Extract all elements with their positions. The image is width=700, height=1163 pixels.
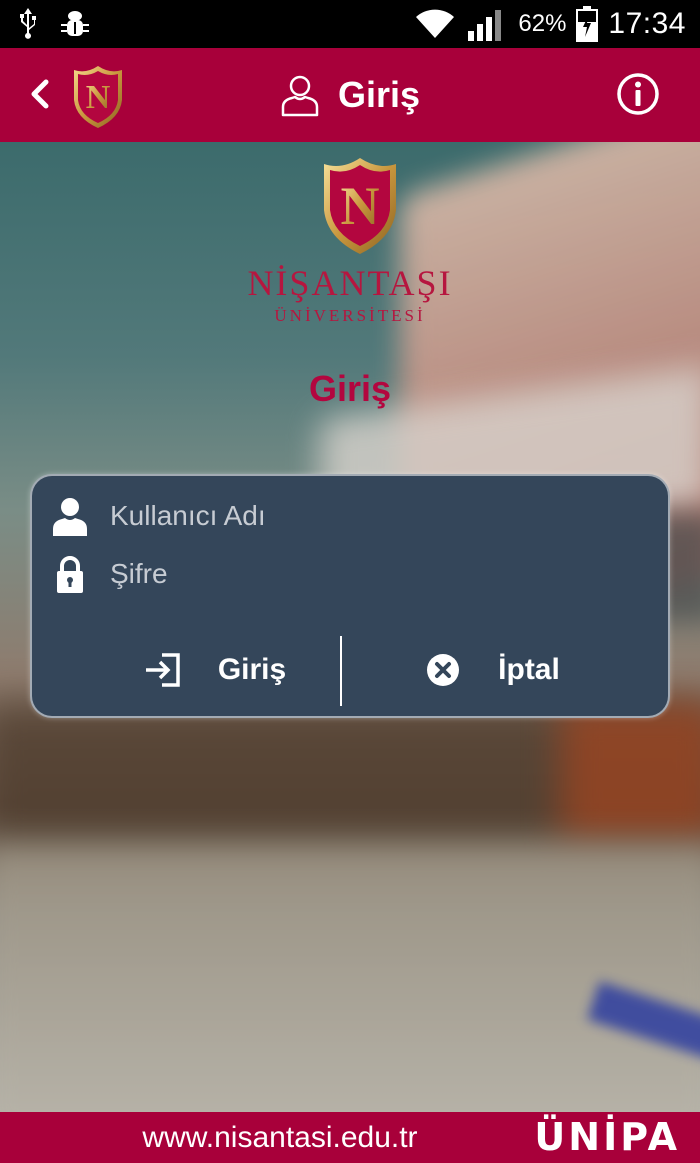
cancel-button-label: İptal: [498, 653, 560, 686]
university-crest-logo: N: [324, 158, 396, 254]
password-row: [52, 546, 648, 602]
app-bar: N Giriş: [0, 48, 700, 142]
app-bar-title-group: Giriş: [0, 48, 700, 142]
close-circle-icon: [427, 654, 460, 686]
footer-bar: www.nisantasi.edu.tr ÜNİPA: [0, 1112, 700, 1163]
app-bar-title: Giriş: [337, 74, 421, 115]
user-outline-icon: [281, 75, 319, 117]
sign-in-icon: [145, 653, 180, 687]
status-right: 62% 17:34: [414, 0, 686, 48]
lock-icon: [57, 556, 83, 593]
usb-icon: [20, 8, 36, 39]
login-button-label: Giriş: [217, 653, 287, 686]
university-subtitle: ÜNİVERSİTESİ: [274, 306, 426, 325]
status-bar: 62% 17:34: [0, 0, 700, 48]
bug-icon: [61, 11, 89, 36]
battery-percent: 62%: [518, 10, 567, 37]
password-input[interactable]: [110, 558, 648, 590]
status-left: [18, 8, 90, 40]
username-row: [52, 488, 648, 544]
info-icon[interactable]: [616, 72, 660, 116]
clock: 17:34: [608, 7, 686, 40]
username-input[interactable]: [110, 500, 648, 532]
battery-charging-icon: [576, 6, 599, 42]
button-divider: [340, 636, 342, 706]
page-title: Giriş: [308, 368, 392, 409]
website-link[interactable]: www.nisantasi.edu.tr: [0, 1112, 560, 1163]
crest-letter: N: [341, 176, 380, 236]
unipa-logo: ÜNİPA: [534, 1115, 680, 1159]
cancel-button[interactable]: İptal: [362, 636, 622, 704]
login-card: Giriş İptal: [30, 474, 670, 718]
wifi-icon: [416, 9, 455, 38]
signal-icon: [468, 10, 502, 41]
login-button[interactable]: Giriş: [92, 636, 338, 704]
user-icon: [53, 498, 87, 536]
university-name: NİŞANTAŞI: [247, 263, 453, 303]
